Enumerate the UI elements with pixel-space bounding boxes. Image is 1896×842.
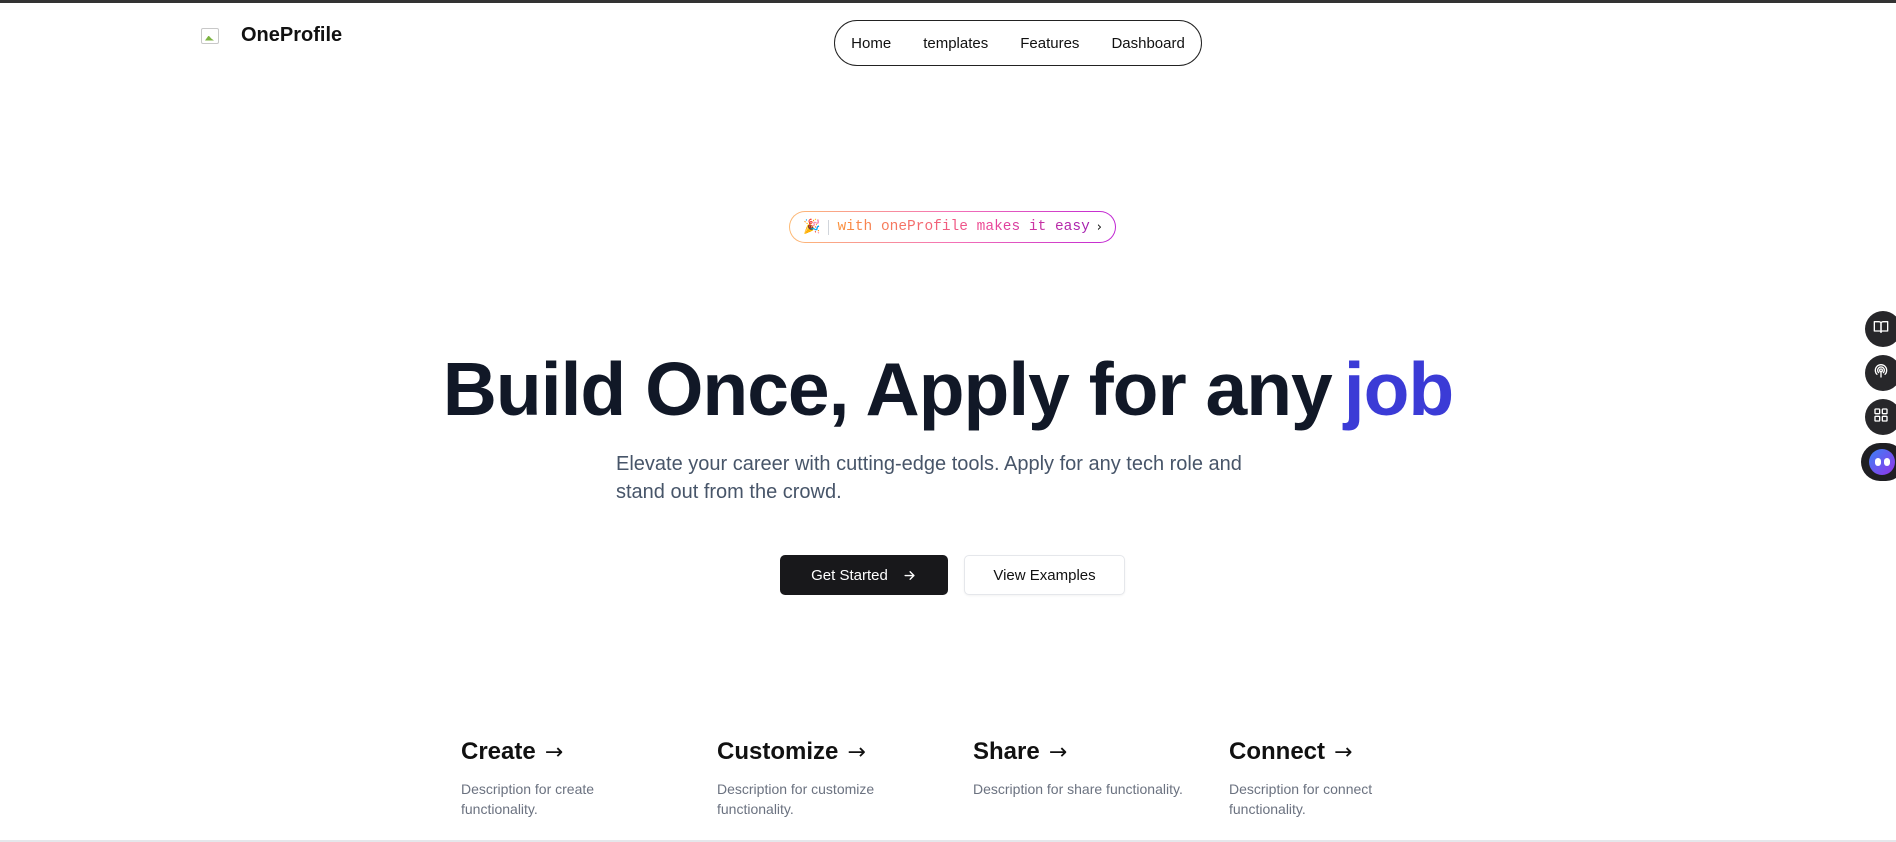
arrow-right-icon: →	[847, 740, 866, 765]
party-popper-icon: 🎉	[803, 219, 821, 235]
feature-title: Customize →	[717, 738, 907, 766]
feature-title: Create →	[461, 738, 671, 766]
feature-description: Description for share functionality.	[973, 781, 1183, 797]
badge-divider	[828, 219, 830, 235]
top-border	[0, 0, 1896, 3]
feature-title-text: Customize	[717, 738, 839, 765]
apps-grid-icon	[1873, 407, 1889, 428]
hero-title: Build Once, Apply for any job	[0, 344, 1896, 434]
broken-image-icon	[201, 27, 219, 44]
arrow-right-icon: →	[1048, 740, 1068, 765]
side-apps-button[interactable]	[1865, 399, 1896, 435]
side-assistant-button[interactable]	[1861, 443, 1896, 481]
feature-description: Description for connect functionality.	[1229, 781, 1373, 817]
bot-eye	[1883, 458, 1890, 466]
side-broadcast-button[interactable]	[1865, 355, 1896, 391]
feature-description: Description for create functionality.	[461, 781, 595, 817]
arrow-right-icon	[902, 568, 917, 583]
arrow-right-icon: →	[1334, 740, 1353, 765]
feature-create[interactable]: Create → Description for create functiona…	[461, 738, 671, 819]
hero-title-accent: job	[1343, 347, 1454, 431]
assistant-bot-icon	[1869, 449, 1895, 475]
badge-text: with oneProfile makes it easy	[837, 219, 1090, 235]
nav-dashboard[interactable]: Dashboard	[1111, 35, 1184, 52]
get-started-label: Get Started	[811, 566, 888, 584]
feature-connect[interactable]: Connect → Description for connect functio…	[1229, 738, 1409, 819]
hero-title-main: Build Once, Apply for any	[442, 347, 1333, 431]
feature-title: Connect →	[1229, 738, 1409, 766]
badge-inner: 🎉 with oneProfile makes it easy ›	[790, 212, 1115, 242]
chevron-right-icon: ›	[1096, 219, 1102, 235]
view-examples-button[interactable]: View Examples	[964, 555, 1125, 595]
main-nav: Home templates Features Dashboard	[834, 20, 1202, 66]
arrow-right-icon: →	[544, 740, 564, 765]
feature-title: Share →	[973, 738, 1183, 766]
nav-templates[interactable]: templates	[923, 35, 988, 52]
feature-title-text: Connect	[1229, 738, 1325, 765]
feature-title-text: Share	[973, 738, 1040, 765]
hero-subtitle: Elevate your career with cutting-edge to…	[616, 453, 1242, 503]
broadcast-icon	[1873, 363, 1889, 384]
announcement-badge[interactable]: 🎉 with oneProfile makes it easy ›	[789, 211, 1116, 243]
book-icon	[1873, 319, 1889, 340]
nav-home[interactable]: Home	[851, 35, 891, 52]
side-book-button[interactable]	[1865, 311, 1896, 347]
bot-eye	[1874, 458, 1881, 466]
nav-features[interactable]: Features	[1020, 35, 1079, 52]
feature-customize[interactable]: Customize → Description for customize fun…	[717, 738, 907, 819]
feature-description: Description for customize functionality.	[717, 781, 875, 817]
feature-title-text: Create	[461, 738, 536, 765]
get-started-button[interactable]: Get Started	[780, 555, 948, 595]
brand-name: OneProfile	[241, 24, 343, 46]
brand-logo[interactable]: OneProfile	[201, 24, 342, 47]
feature-share[interactable]: Share → Description for share functionali…	[973, 738, 1183, 799]
